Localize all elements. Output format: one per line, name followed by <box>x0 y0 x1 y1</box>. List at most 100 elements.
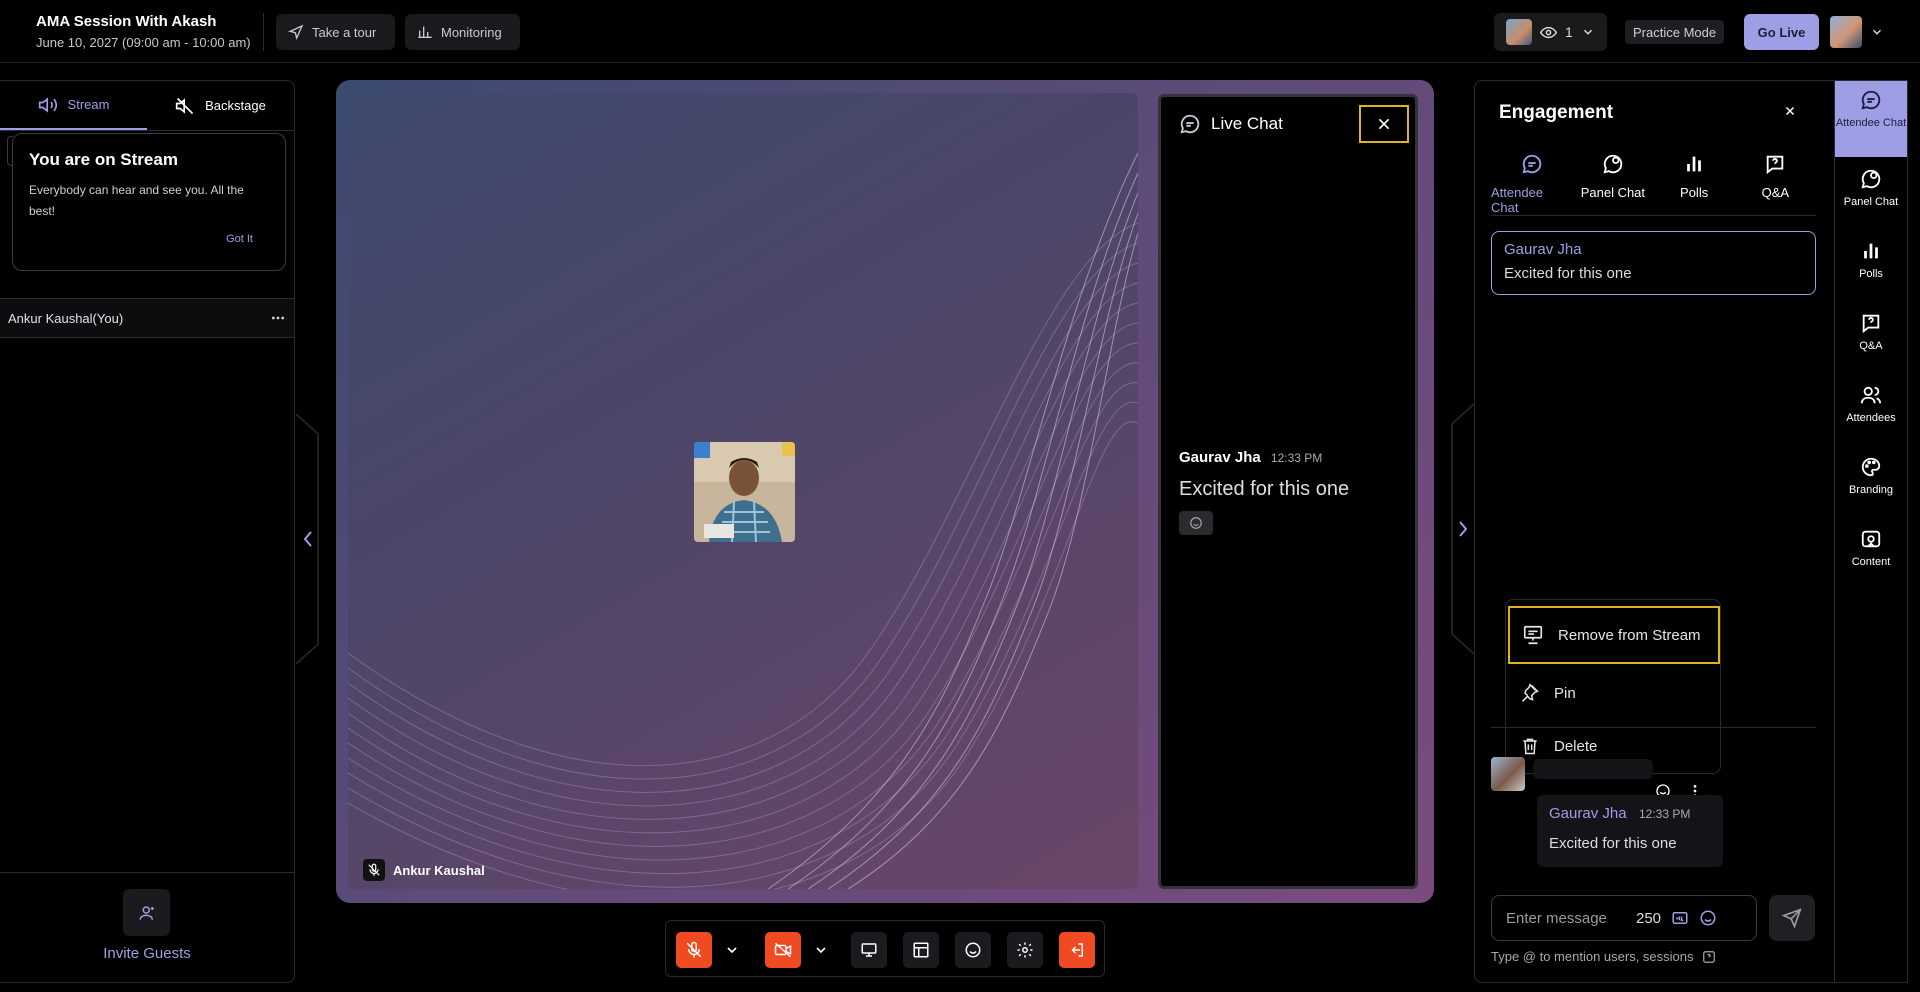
engagement-tabs: Attendee Chat Panel Chat Polls Q&A <box>1491 151 1816 216</box>
pinned-sender: Gaurav Jha <box>1504 241 1582 258</box>
bar-chart-icon <box>1864 243 1878 259</box>
question-bubble-icon <box>1767 155 1784 175</box>
take-tour-button[interactable]: Take a tour <box>276 14 395 50</box>
tab-stream[interactable]: Stream <box>0 81 147 130</box>
rail-attendees-label: Attendees <box>1846 412 1896 424</box>
camera-toggle-button[interactable] <box>765 932 801 968</box>
take-tour-label: Take a tour <box>312 24 377 40</box>
screen-share-button[interactable] <box>851 932 887 968</box>
gif-icon[interactable] <box>1671 909 1689 927</box>
emoji-icon[interactable] <box>1699 909 1717 927</box>
got-it-button[interactable]: Got It <box>226 233 253 245</box>
tab-qa[interactable]: Q&A <box>1735 151 1816 215</box>
pinned-message: Gaurav Jha Excited for this one <box>1491 231 1816 295</box>
panel-chat-icon <box>1603 154 1623 174</box>
collapse-right-arrow[interactable] <box>1450 404 1474 654</box>
leave-button[interactable] <box>1059 932 1095 968</box>
reaction-button[interactable] <box>1179 511 1213 535</box>
tab-attendee-chat[interactable]: Attendee Chat <box>1491 151 1572 215</box>
monitor-icon <box>861 943 877 957</box>
tab-qa-label: Q&A <box>1761 185 1790 200</box>
collapse-left-arrow[interactable] <box>296 414 320 664</box>
rail-qa[interactable]: Q&A <box>1835 312 1907 353</box>
rail-content-label: Content <box>1851 556 1891 568</box>
speaker-name: Ankur Kaushal <box>393 862 485 878</box>
eye-icon <box>1540 26 1557 38</box>
rail-attendee-chat-label: Attendee Chat <box>1835 117 1907 129</box>
engagement-panel: Engagement Attendee Chat Panel Chat Poll… <box>1474 80 1834 983</box>
chat-divider <box>1491 727 1816 728</box>
invite-guests-button[interactable] <box>123 889 170 936</box>
live-chat-time: 12:33 PM <box>1270 451 1323 465</box>
settings-button[interactable] <box>1007 932 1043 968</box>
reactions-button[interactable] <box>955 932 991 968</box>
close-icon <box>1378 118 1390 130</box>
chevron-down-icon[interactable] <box>1870 25 1884 39</box>
pin-item[interactable]: Pin <box>1508 666 1720 720</box>
message-input[interactable] <box>1506 909 1626 927</box>
chevron-down-icon <box>816 947 826 954</box>
navigation-icon <box>288 24 304 40</box>
close-live-chat-button[interactable] <box>1359 105 1409 143</box>
tab-polls[interactable]: Polls <box>1654 151 1735 215</box>
layout-icon <box>913 942 929 958</box>
live-chat-overlay: Live Chat Gaurav Jha 12:33 PM Excited fo… <box>1158 94 1418 889</box>
question-bubble-icon <box>1862 314 1880 334</box>
person-photo <box>694 442 795 542</box>
layout-button[interactable] <box>903 932 939 968</box>
mic-toggle-button[interactable] <box>676 932 712 968</box>
presentation-icon <box>1523 625 1543 645</box>
engagement-title: Engagement <box>1499 102 1614 123</box>
help-icon[interactable] <box>1702 950 1716 964</box>
go-live-button[interactable]: Go Live <box>1744 14 1819 50</box>
user-avatar[interactable] <box>1830 16 1862 48</box>
invite-guests-label[interactable]: Invite Guests <box>0 945 294 962</box>
camera-options-button[interactable] <box>803 932 839 968</box>
session-title: AMA Session With Akash <box>36 13 217 30</box>
rail-panel-chat[interactable]: Panel Chat <box>1835 168 1907 209</box>
participant-row[interactable]: Ankur Kaushal(You) <box>0 298 294 338</box>
tab-backstage-label: Backstage <box>205 98 266 113</box>
live-chat-header: Live Chat <box>1179 113 1283 135</box>
rail-branding-label: Branding <box>1848 484 1894 496</box>
close-icon[interactable] <box>1784 105 1796 117</box>
monitoring-button[interactable]: Monitoring <box>405 14 520 50</box>
monitoring-label: Monitoring <box>441 24 502 40</box>
participant-name: Ankur Kaushal(You) <box>8 310 124 326</box>
panel-chat-icon <box>1861 169 1881 189</box>
mic-off-icon <box>686 941 702 958</box>
tab-backstage[interactable]: Backstage <box>147 81 294 130</box>
control-bar <box>665 920 1105 977</box>
right-rail: Attendee Chat Panel Chat Polls Q&A Atten… <box>1834 80 1908 983</box>
notice-title: You are on Stream <box>29 150 178 169</box>
live-chat-text: Excited for this one <box>1179 478 1350 500</box>
chat-bubble-icon <box>1861 90 1881 110</box>
rail-content[interactable]: Content <box>1835 528 1907 569</box>
camera-off-icon <box>774 942 792 958</box>
mic-options-button[interactable] <box>714 932 750 968</box>
content-icon <box>1861 530 1881 548</box>
send-button[interactable] <box>1769 895 1815 941</box>
practice-mode-badge[interactable]: Practice Mode <box>1625 20 1725 44</box>
speaker-name-tag: Ankur Kaushal <box>363 859 485 881</box>
tab-polls-label: Polls <box>1680 185 1709 200</box>
rail-branding[interactable]: Branding <box>1835 456 1907 497</box>
remove-from-stream-item[interactable]: Remove from Stream <box>1508 606 1720 664</box>
top-header: AMA Session With Akash June 10, 2027 (09… <box>0 0 1920 63</box>
users-icon <box>1860 386 1882 404</box>
message-sender: Gaurav Jha <box>1549 805 1627 822</box>
rail-polls[interactable]: Polls <box>1835 240 1907 281</box>
speaker-icon <box>38 96 57 113</box>
more-horizontal-icon[interactable] <box>270 310 286 326</box>
prior-message-bubble <box>1533 759 1653 779</box>
viewers-dropdown[interactable]: 1 <box>1494 13 1607 51</box>
rail-polls-label: Polls <box>1859 268 1883 280</box>
invite-section: Invite Guests <box>0 872 294 982</box>
rail-attendee-chat[interactable]: Attendee Chat <box>1835 81 1907 157</box>
send-icon <box>1782 908 1802 928</box>
pin-label: Pin <box>1554 684 1576 702</box>
tab-panel-chat[interactable]: Panel Chat <box>1572 151 1653 215</box>
session-info: AMA Session With Akash June 10, 2027 (09… <box>36 13 251 50</box>
rail-attendees[interactable]: Attendees <box>1835 384 1907 425</box>
bar-chart-icon <box>418 26 432 38</box>
